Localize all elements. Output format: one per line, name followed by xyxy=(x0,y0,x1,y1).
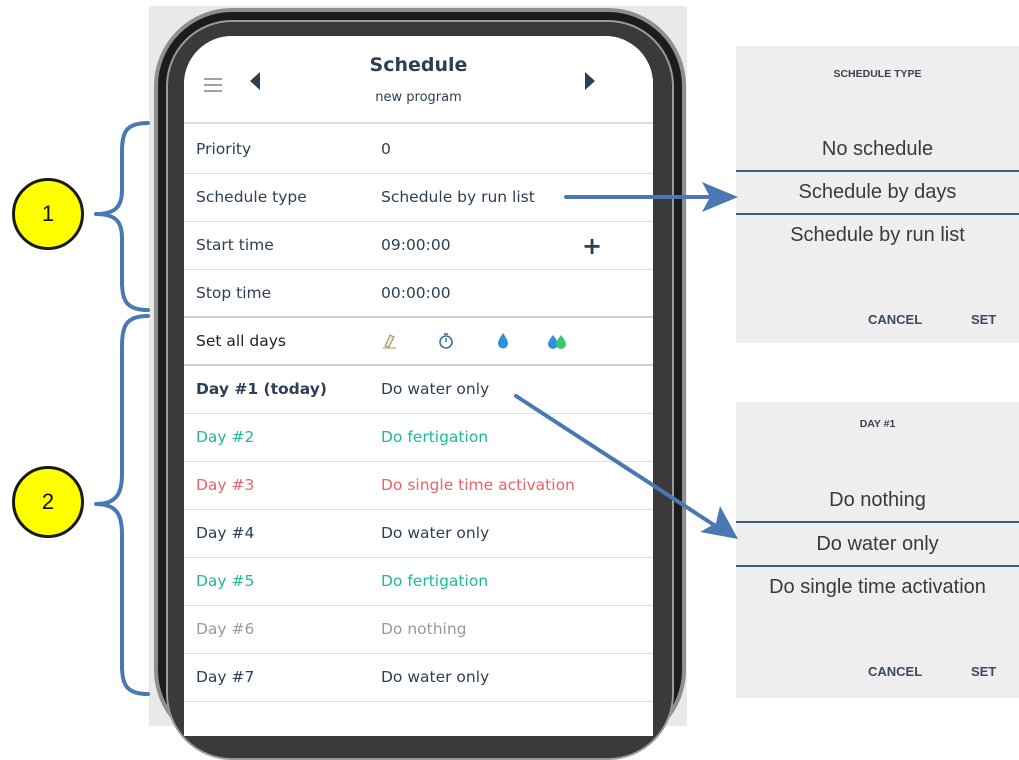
callout-badge-1: 1 xyxy=(12,178,84,250)
annotation-overlay xyxy=(94,121,738,696)
bracket-2 xyxy=(94,314,150,696)
arrowhead-day-1 xyxy=(700,506,738,539)
bracket-1 xyxy=(94,121,150,312)
callout-badge-2: 2 xyxy=(12,466,84,538)
arrow-day-1 xyxy=(514,394,716,527)
